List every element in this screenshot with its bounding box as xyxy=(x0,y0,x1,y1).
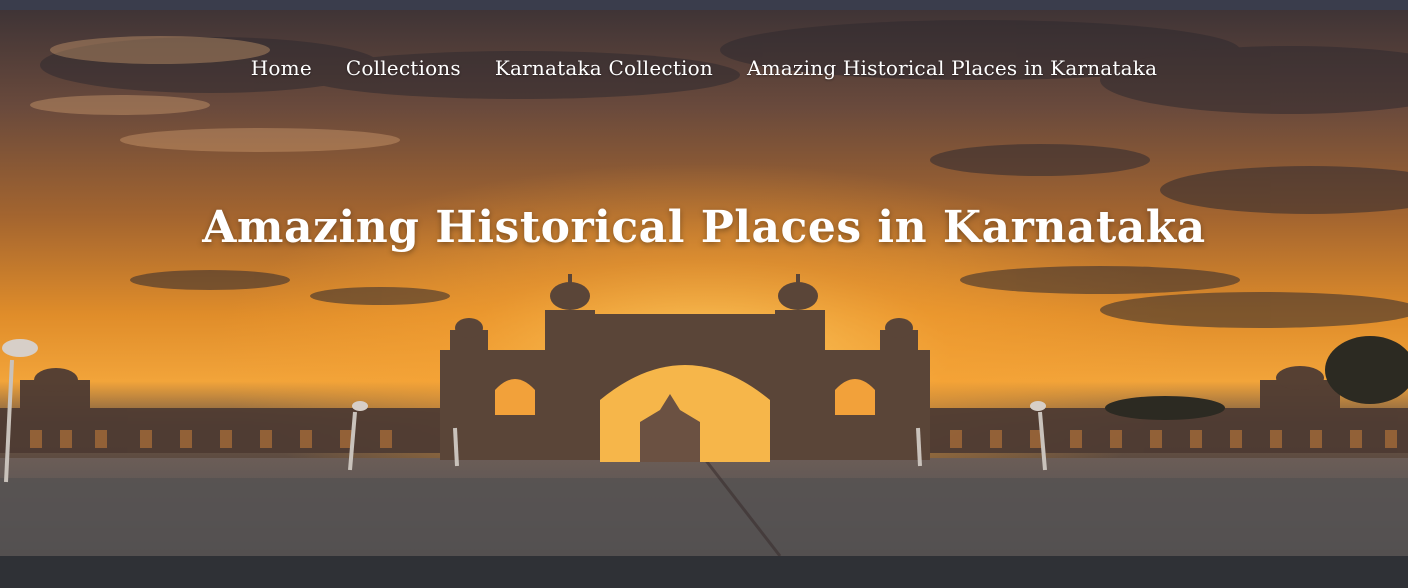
main-nav: Home Collections Karnataka Collection Am… xyxy=(0,56,1408,86)
nav-karnataka-collection-link[interactable]: Karnataka Collection xyxy=(495,56,713,86)
nav-historical-places-link[interactable]: Amazing Historical Places in Karnataka xyxy=(747,56,1157,86)
nav-home-link[interactable]: Home xyxy=(251,56,312,86)
top-bar xyxy=(0,0,1408,10)
bottom-bar xyxy=(0,556,1408,588)
hero-banner: Home Collections Karnataka Collection Am… xyxy=(0,10,1408,556)
nav-collections-link[interactable]: Collections xyxy=(346,56,461,86)
page-title: Amazing Historical Places in Karnataka xyxy=(202,202,1206,253)
hero-background-image xyxy=(0,10,1408,556)
